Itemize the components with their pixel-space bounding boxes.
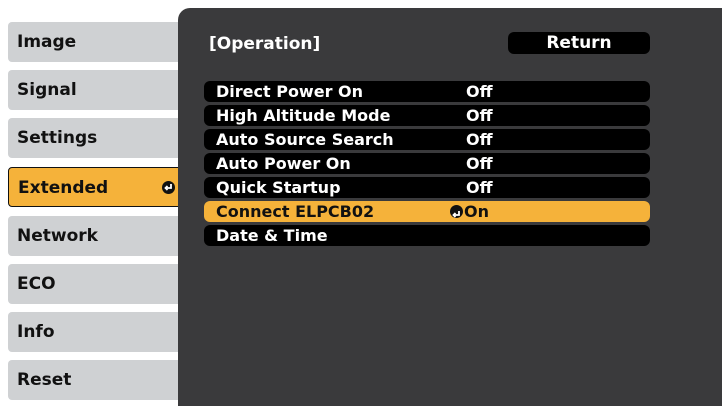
tab-label: Network	[17, 226, 98, 246]
enter-icon	[450, 205, 463, 218]
menu-item-direct-power-on[interactable]: Direct Power On Off	[204, 81, 650, 102]
enter-icon	[162, 181, 175, 194]
page-title: [Operation]	[209, 34, 321, 54]
tab-info[interactable]: Info	[8, 312, 186, 352]
tab-settings[interactable]: Settings	[8, 118, 186, 158]
menu-item-label: Connect ELPCB02	[216, 202, 375, 221]
menu-item-value: Off	[466, 154, 493, 173]
tab-eco[interactable]: ECO	[8, 264, 186, 304]
tab-label: Extended	[18, 178, 109, 198]
tab-label: ECO	[17, 274, 56, 294]
tab-label: Reset	[17, 370, 72, 390]
menu-item-high-altitude-mode[interactable]: High Altitude Mode Off	[204, 105, 650, 126]
menu-item-label: Auto Source Search	[216, 130, 394, 149]
menu-item-label: Auto Power On	[216, 154, 351, 173]
operation-menu: Direct Power On Off High Altitude Mode O…	[204, 81, 650, 249]
menu-item-auto-source-search[interactable]: Auto Source Search Off	[204, 129, 650, 150]
tab-label: Signal	[17, 80, 77, 100]
menu-item-auto-power-on[interactable]: Auto Power On Off	[204, 153, 650, 174]
menu-item-date-time[interactable]: Date & Time	[204, 225, 650, 246]
menu-item-quick-startup[interactable]: Quick Startup Off	[204, 177, 650, 198]
tab-signal[interactable]: Signal	[8, 70, 186, 110]
tab-network[interactable]: Network	[8, 216, 186, 256]
menu-item-value: Off	[466, 106, 493, 125]
menu-item-connect-elpcb02[interactable]: Connect ELPCB02 On	[204, 201, 650, 222]
category-tabs: Image Signal Settings Extended Network E…	[0, 0, 200, 409]
menu-item-value: Off	[466, 178, 493, 197]
menu-item-label: High Altitude Mode	[216, 106, 391, 125]
tab-label: Info	[17, 322, 55, 342]
tab-label: Settings	[17, 128, 98, 148]
tab-image[interactable]: Image	[8, 22, 186, 62]
tab-label: Image	[17, 32, 77, 52]
menu-item-value: Off	[466, 130, 493, 149]
tab-extended[interactable]: Extended	[8, 167, 186, 207]
tab-reset[interactable]: Reset	[8, 360, 186, 400]
menu-item-value: On	[464, 202, 489, 221]
menu-item-label: Direct Power On	[216, 82, 364, 101]
projector-menu-screen: Image Signal Settings Extended Network E…	[0, 0, 722, 409]
menu-item-label: Quick Startup	[216, 178, 341, 197]
operation-panel: [Operation] Return Direct Power On Off H…	[178, 8, 722, 406]
menu-item-label: Date & Time	[216, 226, 328, 245]
return-button[interactable]: Return	[508, 32, 650, 54]
menu-item-value: Off	[466, 82, 493, 101]
